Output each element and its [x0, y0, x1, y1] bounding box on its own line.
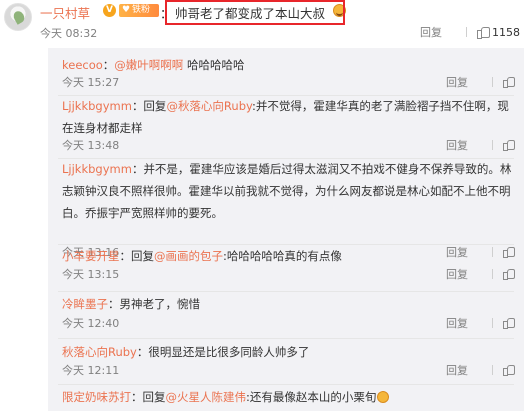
reply-text: 男神老了，惋惜: [119, 297, 201, 311]
comment-actions: 回复 1158: [420, 24, 520, 40]
reply-username[interactable]: 秋落心向Ruby: [62, 345, 137, 359]
reply-prefix: ：回复: [131, 99, 167, 113]
like-icon[interactable]: [503, 364, 515, 376]
like-icon[interactable]: [503, 317, 515, 329]
reply-button[interactable]: 回复: [446, 266, 468, 282]
main-comment: 一只村草 V 铁粉 ： 帅哥老了都变成了本山大叔 今天 08:32 回复1158: [0, 0, 528, 48]
reply-text: :还有最像赵本山的小栗旬: [246, 390, 377, 404]
reply-actions: 回复: [446, 74, 515, 90]
reply-body: 冷眸墨子：男神老了，惋惜: [62, 293, 512, 315]
like-count: 1158: [492, 26, 520, 39]
reply-item: 小羊要开星：回复@画画的包子:哈哈哈哈哈真的有点像 今天 13:15 回复: [48, 245, 524, 285]
leaf-icon: [11, 9, 27, 25]
divider: [492, 365, 493, 375]
reply-button[interactable]: 回复: [420, 24, 442, 40]
reply-mention[interactable]: @秋落心向Ruby: [166, 99, 252, 113]
reply-prefix: ：回复: [119, 249, 155, 263]
reply-item: 限定奶味苏打：回复@火星人陈建伟:还有最像赵本山的小栗旬: [48, 386, 524, 411]
comment-time: 今天 08:32: [40, 27, 98, 40]
vip-badge-icon[interactable]: V: [103, 4, 116, 17]
divider: [492, 269, 493, 279]
reply-actions: 回复: [446, 315, 515, 331]
reply-mention[interactable]: @画画的包子: [154, 249, 223, 263]
reply-username[interactable]: 冷眸墨子: [62, 297, 108, 311]
reply-button[interactable]: 回复: [446, 315, 468, 331]
reply-prefix: ：: [102, 58, 115, 72]
reply-username[interactable]: keecoo: [62, 58, 103, 72]
divider: [492, 318, 493, 328]
reply-body: Ljjkkbgymm：回复@秋落心向Ruby:并不觉得，霍建华真的老了满脸褶子挡…: [62, 95, 512, 139]
like-icon[interactable]: [503, 268, 515, 280]
reply-text: 很明显还是比很多同龄人帅多了: [148, 345, 310, 359]
reply-actions: 回复: [446, 362, 515, 378]
reply-time: 今天 15:27: [62, 76, 120, 89]
reply-prefix: ：: [108, 297, 120, 311]
reply-button[interactable]: 回复: [446, 137, 468, 153]
highlight-box: [165, 0, 345, 25]
reply-prefix: ：: [131, 162, 144, 176]
replies-panel: keecoo：@嫩叶啊啊啊 哈哈哈哈哈 今天 15:27 回复 Ljjkkbgy…: [48, 48, 524, 411]
reply-actions: 回复: [446, 266, 515, 282]
reply-body: keecoo：@嫩叶啊啊啊 哈哈哈哈哈: [62, 54, 512, 76]
divider: [492, 140, 493, 150]
divider: [466, 27, 467, 37]
reply-mention[interactable]: @火星人陈建伟: [166, 390, 247, 404]
reply-button[interactable]: 回复: [446, 74, 468, 90]
row-divider: [58, 291, 514, 292]
reply-username[interactable]: 小羊要开星: [62, 249, 120, 263]
fan-badge[interactable]: 铁粉: [119, 4, 159, 17]
comment-username[interactable]: 一只村草: [40, 3, 90, 22]
like-icon[interactable]: [503, 76, 515, 88]
avatar[interactable]: [4, 3, 32, 31]
reply-mention[interactable]: @嫩叶啊啊啊: [114, 58, 183, 72]
reply-username[interactable]: Ljjkkbgymm: [62, 162, 132, 176]
reply-body: 小羊要开星：回复@画画的包子:哈哈哈哈哈真的有点像: [62, 245, 512, 267]
like-icon[interactable]: [503, 139, 515, 151]
reply-item: 冷眸墨子：男神老了，惋惜 今天 12:40 回复: [48, 293, 524, 333]
like-button[interactable]: 1158: [477, 26, 520, 39]
reply-text: 哈哈哈哈哈: [183, 58, 245, 72]
reply-body: 秋落心向Ruby：很明显还是比很多同龄人帅多了: [62, 341, 512, 363]
reply-prefix: ：回复: [131, 390, 166, 404]
reply-time: 今天 12:11: [62, 364, 120, 377]
reply-time: 今天 13:15: [62, 268, 120, 281]
reply-time: 今天 13:48: [62, 139, 120, 152]
reply-button[interactable]: 回复: [446, 362, 468, 378]
grin-emoji-icon: [377, 391, 390, 403]
reply-prefix: ：: [136, 345, 149, 359]
like-icon: [477, 26, 490, 39]
reply-username[interactable]: Ljjkkbgymm: [62, 99, 132, 113]
divider: [492, 77, 493, 87]
reply-username[interactable]: 限定奶味苏打: [62, 390, 131, 404]
reply-body: Ljjkkbgymm：并不是，霍建华应该是婚后过得太滋润又不拍戏不健身不保养导致…: [62, 158, 512, 224]
reply-actions: 回复: [446, 137, 515, 153]
reply-body: 限定奶味苏打：回复@火星人陈建伟:还有最像赵本山的小栗旬: [62, 386, 512, 408]
reply-text: :哈哈哈哈哈真的有点像: [223, 249, 342, 263]
reply-item: keecoo：@嫩叶啊啊啊 哈哈哈哈哈 今天 15:27 回复: [48, 54, 524, 94]
row-divider: [58, 384, 514, 385]
reply-item: 秋落心向Ruby：很明显还是比很多同龄人帅多了 今天 12:11 回复: [48, 341, 524, 381]
reply-time: 今天 12:40: [62, 317, 120, 330]
row-divider: [58, 338, 514, 339]
reply-item: Ljjkkbgymm：回复@秋落心向Ruby:并不觉得，霍建华真的老了满脸褶子挡…: [48, 95, 524, 157]
